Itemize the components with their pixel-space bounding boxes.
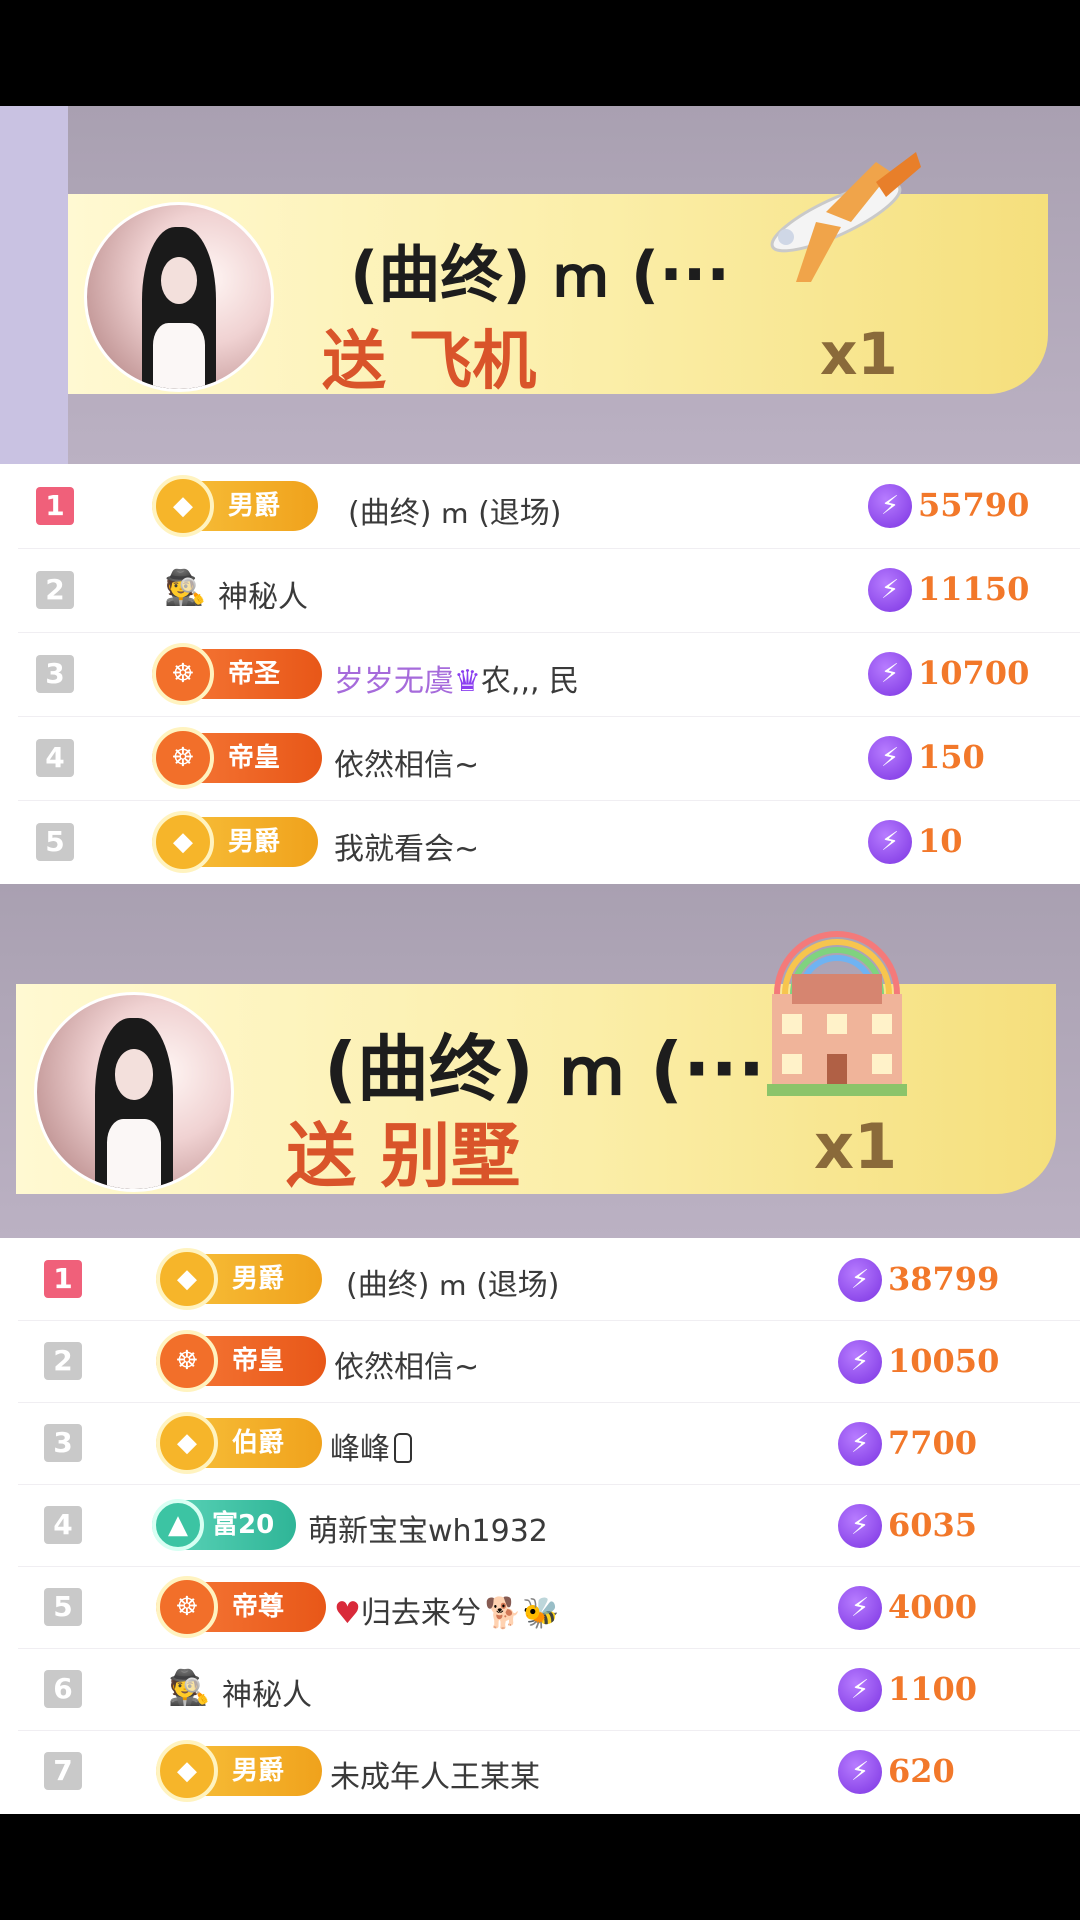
bee-icon: 🐝 — [522, 1596, 560, 1631]
lightning-icon: ⚡ — [868, 736, 912, 780]
username[interactable]: ♥归去来兮 🐕🐝 — [334, 1588, 560, 1632]
rank-number: 2 — [36, 571, 74, 609]
level-badge: ☸ 帝尊 — [156, 1576, 326, 1638]
list-item[interactable]: 3 ◆ 伯爵 峰峰 ⚡ 7700 — [18, 1402, 1080, 1485]
rank-number: 3 — [44, 1424, 82, 1462]
rank-number: 3 — [36, 655, 74, 693]
heart-icon: ♥ — [334, 1596, 361, 1631]
banner-count: x1 — [814, 1110, 898, 1183]
diamond-icon: ◆ — [156, 1412, 218, 1474]
villa-gift-icon — [767, 931, 907, 1096]
rank-number: 1 — [36, 487, 74, 525]
rank-number: 2 — [44, 1342, 82, 1380]
list-item[interactable]: 4 ▲ 富20 萌新宝宝wh1932 ⚡ 6035 — [18, 1484, 1080, 1567]
username[interactable]: 神秘人 — [222, 1670, 312, 1714]
rank-number: 5 — [36, 823, 74, 861]
username[interactable]: 岁岁无虞♛农,,, 民 — [334, 656, 579, 700]
avatar[interactable] — [84, 202, 274, 392]
diamond-icon: ◆ — [156, 1248, 218, 1310]
triangle-icon: ▲ — [152, 1499, 204, 1551]
list-item[interactable]: 5 ◆ 男爵 我就看会~ ⚡ 10 — [18, 800, 1080, 884]
username[interactable]: (曲终) ՠ (退场) — [348, 488, 562, 532]
diamond-icon: ◆ — [152, 811, 214, 873]
level-badge: ◆ 男爵 — [152, 811, 318, 873]
rank-number: 1 — [44, 1260, 82, 1298]
rank-number: 7 — [44, 1752, 82, 1790]
lightning-icon: ⚡ — [868, 652, 912, 696]
level-badge: ◆ 男爵 — [152, 475, 318, 537]
dog-icon: 🐕 — [484, 1596, 523, 1631]
list-item[interactable]: 5 ☸ 帝尊 ♥归去来兮 🐕🐝 ⚡ 4000 — [18, 1566, 1080, 1649]
list-item[interactable]: 4 ☸ 帝皇 依然相信~ ⚡ 150 — [18, 716, 1080, 801]
crown-icon: ♛ — [454, 664, 481, 699]
banner-send-text: 送 别墅 — [286, 1115, 521, 1197]
level-badge: ◆ 男爵 — [156, 1740, 322, 1802]
username[interactable]: 峰峰 — [330, 1424, 412, 1468]
rank-number: 5 — [44, 1588, 82, 1626]
ranking-list-1: 1 ◆ 男爵 (曲终) ՠ (退场) ⚡ 55790 2 🕵 神秘人 ⚡ 11150 … — [0, 464, 1080, 884]
banner-send-text: 送 飞机 — [322, 325, 537, 399]
list-item[interactable]: 7 ◆ 男爵 未成年人王某某 ⚡ 620 — [18, 1730, 1080, 1812]
rank-number: 4 — [44, 1506, 82, 1544]
banner-count: x1 — [820, 320, 898, 388]
ranking-list-2: 1 ◆ 男爵 (曲终) ՠ (退场) ⚡ 38799 2 ☸ 帝皇 依然相信~ ⚡ 10… — [0, 1238, 1080, 1814]
rank-number: 4 — [36, 739, 74, 777]
level-badge: ◆ 伯爵 — [156, 1412, 322, 1474]
list-item[interactable]: 3 ☸ 帝圣 岁岁无虞♛农,,, 民 ⚡ 10700 — [18, 632, 1080, 717]
diamond-icon: ◆ — [156, 1740, 218, 1802]
level-badge: ☸ 帝皇 — [152, 727, 322, 789]
crest-icon: ☸ — [156, 1330, 218, 1392]
username[interactable]: 神秘人 — [218, 572, 308, 616]
lightning-icon: ⚡ — [838, 1668, 882, 1712]
airplane-gift-icon — [770, 152, 921, 282]
list-item[interactable]: 6 🕵 神秘人 ⚡ 1100 — [18, 1648, 1080, 1731]
gift-banner-airplane: (曲终) ՠ (··· 送 飞机 x1 — [0, 106, 1080, 464]
list-item[interactable]: 2 🕵 神秘人 ⚡ 11150 — [18, 548, 1080, 633]
lightning-icon: ⚡ — [838, 1504, 882, 1548]
lightning-icon: ⚡ — [868, 484, 912, 528]
banner-title: (曲终) ՠ (··· — [350, 238, 730, 311]
list-item[interactable]: 2 ☸ 帝皇 依然相信~ ⚡ 10050 — [18, 1320, 1080, 1403]
level-badge: ☸ 帝圣 — [152, 643, 322, 705]
crest-icon: ☸ — [152, 727, 214, 789]
username[interactable]: (曲终) ՠ (退场) — [346, 1260, 560, 1304]
avatar[interactable] — [34, 992, 234, 1192]
lightning-icon: ⚡ — [838, 1750, 882, 1794]
username[interactable]: 未成年人王某某 — [330, 1752, 540, 1796]
lightning-icon: ⚡ — [838, 1258, 882, 1302]
username[interactable]: 我就看会~ — [334, 824, 479, 868]
gift-banner-villa: (曲终) ՠ (··· 送 别墅 x1 — [0, 884, 1080, 1238]
level-badge: ☸ 帝皇 — [156, 1330, 326, 1392]
mystery-person-icon: 🕵 — [168, 1668, 211, 1708]
username[interactable]: 依然相信~ — [334, 740, 479, 784]
bottle-icon — [394, 1433, 412, 1463]
lightning-icon: ⚡ — [838, 1422, 882, 1466]
wealth-badge: ▲ 富20 — [152, 1499, 296, 1551]
list-item[interactable]: 1 ◆ 男爵 (曲终) ՠ (退场) ⚡ 38799 — [18, 1238, 1080, 1321]
mystery-person-icon: 🕵 — [164, 568, 207, 608]
lightning-icon: ⚡ — [838, 1340, 882, 1384]
banner-side-band — [0, 106, 68, 464]
diamond-icon: ◆ — [152, 475, 214, 537]
crest-icon: ☸ — [152, 643, 214, 705]
list-item[interactable]: 1 ◆ 男爵 (曲终) ՠ (退场) ⚡ 55790 — [18, 464, 1080, 549]
lightning-icon: ⚡ — [868, 820, 912, 864]
lightning-icon: ⚡ — [868, 568, 912, 612]
username[interactable]: 依然相信~ — [334, 1342, 479, 1386]
crest-icon: ☸ — [156, 1576, 218, 1638]
lightning-icon: ⚡ — [838, 1586, 882, 1630]
username[interactable]: 萌新宝宝wh1932 — [308, 1506, 548, 1550]
level-badge: ◆ 男爵 — [156, 1248, 322, 1310]
rank-number: 6 — [44, 1670, 82, 1708]
